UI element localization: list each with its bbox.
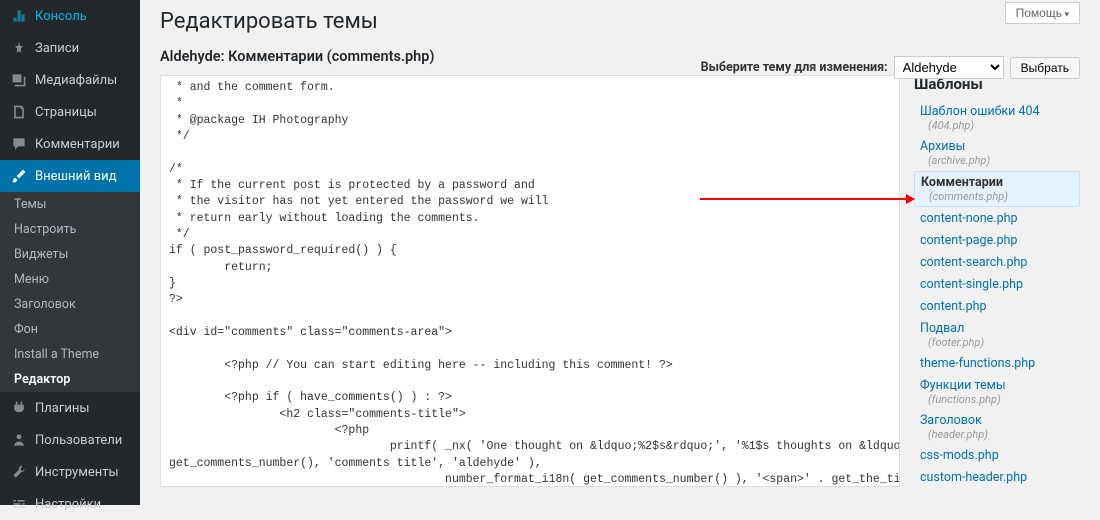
media-icon xyxy=(10,71,28,89)
sidebar-item-label: Консоль xyxy=(35,9,87,24)
sub-item-editor[interactable]: Редактор xyxy=(0,367,140,392)
template-file-path: (404.php) xyxy=(928,119,1074,132)
dashboard-icon xyxy=(10,7,28,25)
template-file[interactable]: Функции темы(functions.php) xyxy=(914,375,1080,409)
sub-item-themes[interactable]: Темы xyxy=(0,192,140,217)
main-content: Помощь Редактировать темы Aldehyde: Комм… xyxy=(140,0,1100,505)
sidebar-item-posts[interactable]: Записи xyxy=(0,32,140,64)
pin-icon xyxy=(10,39,28,57)
template-file-name: custom-header.php xyxy=(920,470,1074,485)
template-file-path: (header.php) xyxy=(928,428,1074,441)
sub-item-header[interactable]: Заголовок xyxy=(0,292,140,317)
pages-icon xyxy=(10,103,28,121)
sidebar-item-label: Пользователи xyxy=(35,433,122,448)
brush-icon xyxy=(10,167,28,185)
template-file[interactable]: content-page.php xyxy=(914,230,1080,251)
sidebar-item-console[interactable]: Консоль xyxy=(0,0,140,32)
template-file-path: (archive.php) xyxy=(928,154,1074,167)
page-title: Редактировать темы xyxy=(160,9,1080,34)
sub-item-install[interactable]: Install a Theme xyxy=(0,342,140,367)
template-file-path: (comments.php) xyxy=(929,190,1073,203)
comment-icon xyxy=(10,135,28,153)
template-file-name: Шаблон ошибки 404 xyxy=(920,104,1074,119)
sub-item-widgets[interactable]: Виджеты xyxy=(0,242,140,267)
template-file-name: Архивы xyxy=(920,139,1074,154)
sidebar-item-tools[interactable]: Инструменты xyxy=(0,456,140,488)
sub-item-menus[interactable]: Меню xyxy=(0,267,140,292)
wrench-icon xyxy=(10,463,28,481)
sidebar-item-label: Медиафайлы xyxy=(35,73,117,88)
template-file-name: Заголовок xyxy=(920,413,1074,428)
template-file[interactable]: Заголовок(header.php) xyxy=(914,410,1080,444)
template-file-name: Функции темы xyxy=(920,378,1074,393)
template-file-name: content.php xyxy=(920,299,1074,314)
sidebar-item-label: Страницы xyxy=(35,105,97,120)
template-file-name: content-single.php xyxy=(920,277,1074,292)
sidebar-item-appearance[interactable]: Внешний вид xyxy=(0,160,140,192)
template-file[interactable]: custom-header.php xyxy=(914,467,1080,487)
template-file-name: css-mods.php xyxy=(920,448,1074,463)
sub-item-customize[interactable]: Настроить xyxy=(0,217,140,242)
sidebar-item-settings[interactable]: Настройки xyxy=(0,488,140,520)
sidebar-item-plugins[interactable]: Плагины xyxy=(0,392,140,424)
sidebar-item-label: Плагины xyxy=(35,401,89,416)
sidebar-item-comments[interactable]: Комментарии xyxy=(0,128,140,160)
template-file[interactable]: Архивы(archive.php) xyxy=(914,136,1080,170)
template-file[interactable]: content-none.php xyxy=(914,208,1080,229)
sidebar-submenu-appearance: Темы Настроить Виджеты Меню Заголовок Фо… xyxy=(0,192,140,392)
theme-select-label: Выберите тему для изменения: xyxy=(701,60,888,75)
template-file-name: content-none.php xyxy=(920,211,1074,226)
template-file-path: (functions.php) xyxy=(928,393,1074,406)
template-file-name: theme-functions.php xyxy=(920,356,1074,371)
theme-select[interactable]: Aldehyde xyxy=(894,56,1004,79)
code-editor-container xyxy=(160,75,900,487)
select-theme-button[interactable]: Выбрать xyxy=(1010,57,1080,79)
template-file-name: content-search.php xyxy=(920,255,1074,270)
help-button[interactable]: Помощь xyxy=(1005,2,1080,24)
plugin-icon xyxy=(10,399,28,417)
template-file[interactable]: css-mods.php xyxy=(914,445,1080,466)
code-editor[interactable] xyxy=(161,76,899,486)
sidebar-item-users[interactable]: Пользователи xyxy=(0,424,140,456)
template-file-name: Подвал xyxy=(920,321,1074,336)
template-file[interactable]: Комментарии(comments.php) xyxy=(914,171,1080,207)
sliders-icon xyxy=(10,495,28,513)
sidebar-item-pages[interactable]: Страницы xyxy=(0,96,140,128)
template-file[interactable]: content-search.php xyxy=(914,252,1080,273)
template-file[interactable]: theme-functions.php xyxy=(914,353,1080,374)
editor-wrap: Шаблоны Шаблон ошибки 404(404.php)Архивы… xyxy=(160,75,1080,487)
template-file[interactable]: Подвал(footer.php) xyxy=(914,318,1080,352)
template-file[interactable]: content-single.php xyxy=(914,274,1080,295)
user-icon xyxy=(10,431,28,449)
template-file[interactable]: content.php xyxy=(914,296,1080,317)
theme-selector-row: Выберите тему для изменения: Aldehyde Вы… xyxy=(701,56,1080,79)
template-file[interactable]: Шаблон ошибки 404(404.php) xyxy=(914,101,1080,135)
sidebar-item-label: Комментарии xyxy=(35,137,120,152)
sidebar-item-media[interactable]: Медиафайлы xyxy=(0,64,140,96)
template-file-path: (footer.php) xyxy=(928,336,1074,349)
sidebar-item-label: Внешний вид xyxy=(35,169,117,184)
sidebar-item-label: Инструменты xyxy=(35,465,119,480)
template-file-name: Комментарии xyxy=(921,175,1073,190)
templates-panel: Шаблоны Шаблон ошибки 404(404.php)Архивы… xyxy=(914,75,1080,487)
template-file-name: content-page.php xyxy=(920,233,1074,248)
admin-sidebar: Консоль Записи Медиафайлы Страницы Комме… xyxy=(0,0,140,505)
sidebar-item-label: Записи xyxy=(35,41,79,56)
annotation-arrow xyxy=(700,198,914,200)
sub-item-background[interactable]: Фон xyxy=(0,317,140,342)
sidebar-item-label: Настройки xyxy=(35,497,101,512)
